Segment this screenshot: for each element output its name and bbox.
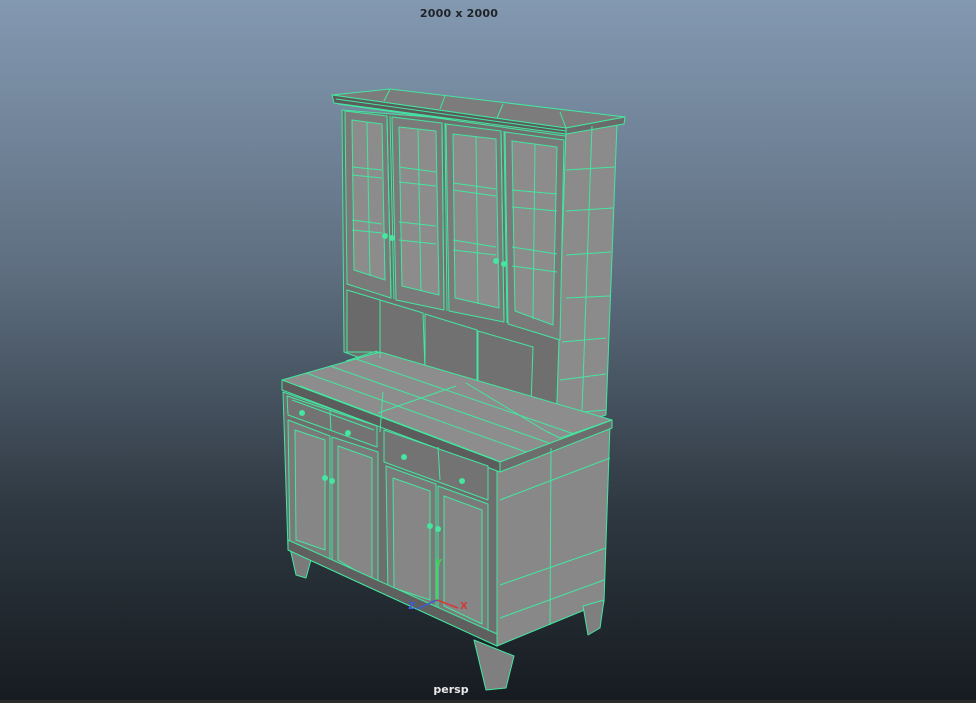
perspective-viewport[interactable]: 2000 x 2000 Y X Z persp [0,0,976,703]
axis-x-label: X [460,601,468,612]
leg-back-right [583,600,604,635]
hutch-cabinet-model[interactable]: Y X Z [0,0,976,703]
axis-z-label: Z [408,601,415,612]
axis-y-label: Y [434,558,443,569]
camera-name-label: persp [433,683,469,696]
